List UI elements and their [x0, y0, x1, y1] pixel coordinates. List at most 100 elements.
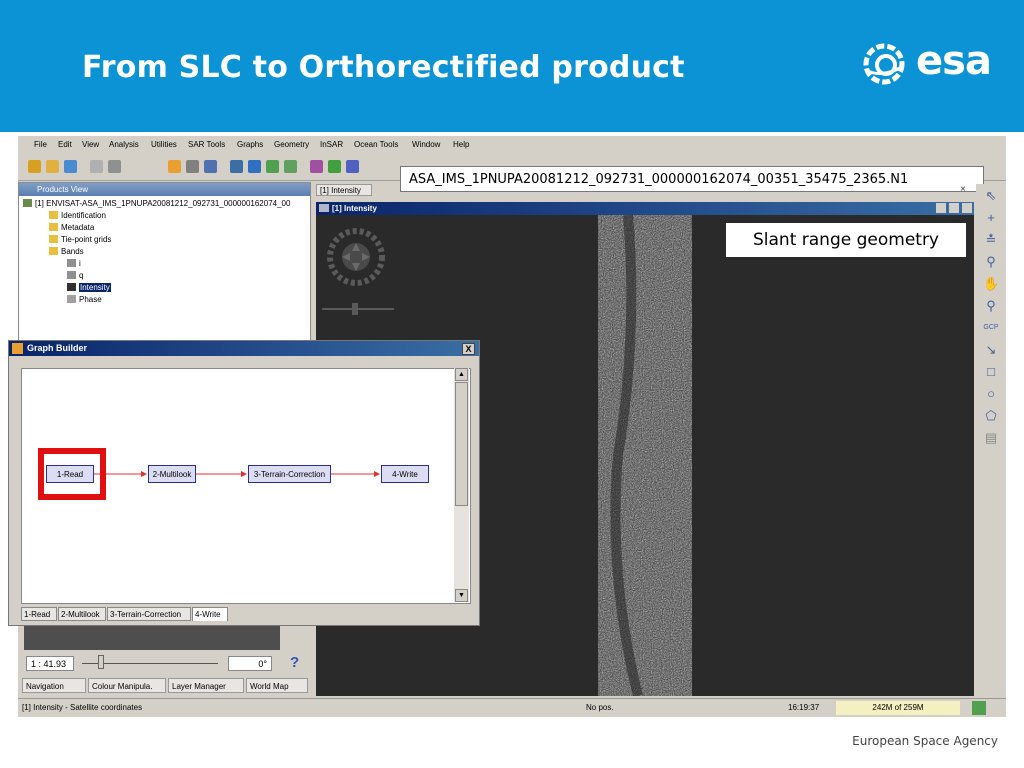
- main-toolbar: ASA_IMS_1PNUPA20081212_092731_0000001620…: [18, 152, 1006, 192]
- zoom-ratio-field[interactable]: 1 : 41.93: [26, 656, 74, 671]
- open-product-icon[interactable]: [28, 160, 41, 173]
- status-position: No pos.: [586, 703, 614, 712]
- zoom-slider-thumb[interactable]: [98, 655, 104, 669]
- menu-item-window[interactable]: Window: [412, 140, 440, 149]
- folder-icon: [49, 247, 58, 255]
- select-icon[interactable]: ⇖: [983, 188, 999, 204]
- tree-item-tie-point-grids[interactable]: Tie-point grids: [49, 235, 111, 244]
- sar-intensity-image: [598, 215, 692, 696]
- image-window-title: [1] Intensity: [332, 204, 377, 213]
- tree-item-metadata[interactable]: Metadata: [49, 223, 94, 232]
- graph-scrollbar[interactable]: ▲ ▼: [454, 368, 469, 602]
- tree-item-band-q[interactable]: q: [67, 271, 83, 280]
- esa-logo: esa: [860, 38, 1005, 90]
- line-icon[interactable]: ↘: [983, 342, 999, 358]
- tab-read[interactable]: 1-Read: [21, 607, 57, 621]
- world-map-icon[interactable]: [248, 160, 261, 173]
- status-bar: [1] Intensity - Satellite coordinates No…: [18, 698, 1006, 717]
- menu-item-help[interactable]: Help: [453, 140, 469, 149]
- graph-node-multilook[interactable]: 2-Multilook: [148, 465, 196, 483]
- virtual-band-icon: [67, 283, 76, 291]
- tree-item-product[interactable]: [1] ENVISAT-ASA_IMS_1PNUPA20081212_09273…: [23, 199, 290, 208]
- range-finder-icon[interactable]: ≛: [983, 232, 999, 248]
- navigation-compass-icon[interactable]: [316, 223, 406, 333]
- tab-multilook[interactable]: 2-Multilook: [58, 607, 106, 621]
- graph-builder-titlebar: Graph Builder X: [9, 341, 479, 356]
- graph-node-write[interactable]: 4-Write: [381, 465, 429, 483]
- edit-icon[interactable]: [310, 160, 323, 173]
- tab-layer-manager[interactable]: Layer Manager: [168, 678, 244, 693]
- status-message: [1] Intensity - Satellite coordinates: [22, 703, 143, 712]
- navigation-tabs: Navigation Colour Manipula. Layer Manage…: [22, 678, 312, 694]
- graph-builder-title: Graph Builder: [27, 343, 88, 353]
- ellipse-icon[interactable]: ○: [983, 386, 999, 402]
- navigation-preview[interactable]: [24, 624, 280, 650]
- gcp-icon[interactable]: GCP: [983, 320, 999, 336]
- tab-colour-manipulation[interactable]: Colour Manipula.: [88, 678, 166, 693]
- polygon-icon[interactable]: ⬠: [983, 408, 999, 424]
- menu-item-edit[interactable]: Edit: [58, 140, 72, 149]
- undo-icon[interactable]: [64, 160, 77, 173]
- menu-item-graphs[interactable]: Graphs: [237, 140, 263, 149]
- menu-item-analysis[interactable]: Analysis: [109, 140, 139, 149]
- scroll-up-icon[interactable]: ▲: [455, 368, 468, 381]
- tab-write[interactable]: 4-Write: [192, 607, 228, 621]
- scroll-thumb[interactable]: [455, 382, 468, 506]
- close-icon[interactable]: ×: [960, 184, 966, 195]
- tab-intensity[interactable]: [1] Intensity: [316, 184, 372, 196]
- crosshair-icon[interactable]: +: [983, 210, 999, 226]
- band-icon: [67, 259, 76, 267]
- menu-item-utilities[interactable]: Utilities: [151, 140, 177, 149]
- stack-icon[interactable]: [284, 160, 297, 173]
- menu-item-ocean-tools[interactable]: Ocean Tools: [354, 140, 398, 149]
- help-button[interactable]: ?: [290, 654, 299, 671]
- tab-navigation[interactable]: Navigation: [22, 678, 86, 693]
- java-icon: [12, 343, 23, 354]
- tab-terrain-correction[interactable]: 3-Terrain-Correction: [107, 607, 191, 621]
- product-filename-label: ASA_IMS_1PNUPA20081212_092731_0000001620…: [400, 166, 984, 192]
- menu-item-insar[interactable]: InSAR: [320, 140, 343, 149]
- tree-item-identification[interactable]: Identification: [49, 211, 106, 220]
- tree-item-band-i[interactable]: i: [67, 259, 81, 268]
- tree-item-band-phase[interactable]: Phase: [67, 295, 102, 304]
- magic-wand-icon[interactable]: ▤: [983, 430, 999, 446]
- menu-item-view[interactable]: View: [82, 140, 99, 149]
- right-tool-panel: ⇖ + ≛ ⚲ ✋ ⚲ GCP ↘ □ ○ ⬠ ▤: [976, 184, 1006, 696]
- rotation-field[interactable]: 0°: [228, 656, 272, 671]
- tab-world-map[interactable]: World Map: [246, 678, 308, 693]
- pan-icon[interactable]: ✋: [983, 276, 999, 292]
- tools-icon[interactable]: [328, 160, 341, 173]
- graph-canvas[interactable]: 1-Read 2-Multilook 3-Terrain-Correction …: [21, 368, 471, 604]
- menu-item-file[interactable]: File: [34, 140, 47, 149]
- scroll-down-icon[interactable]: ▼: [455, 589, 468, 602]
- graph-node-terrain-correction[interactable]: 3-Terrain-Correction: [248, 465, 331, 483]
- graph-icon[interactable]: [204, 160, 217, 173]
- layers-icon[interactable]: [186, 160, 199, 173]
- garbage-collect-icon[interactable]: [972, 701, 986, 715]
- wind-icon[interactable]: [266, 160, 279, 173]
- footer-agency: European Space Agency: [852, 734, 998, 748]
- slant-range-label: Slant range geometry: [726, 223, 966, 257]
- maximize-icon[interactable]: [949, 203, 959, 213]
- band-maths-icon[interactable]: [168, 160, 181, 173]
- close-icon[interactable]: [90, 160, 103, 173]
- menu-item-sar-tools[interactable]: SAR Tools: [188, 140, 225, 149]
- tree-item-bands[interactable]: Bands: [49, 247, 84, 256]
- image-view-icon[interactable]: [230, 160, 243, 173]
- pin-icon[interactable]: ⚲: [983, 298, 999, 314]
- properties-icon[interactable]: [108, 160, 121, 173]
- status-time: 16:19:37: [788, 703, 820, 712]
- tree-item-band-intensity[interactable]: Intensity: [67, 283, 111, 292]
- save-icon[interactable]: [46, 160, 59, 173]
- close-button[interactable]: X: [462, 343, 475, 355]
- close-icon[interactable]: [962, 203, 972, 213]
- zoom-icon[interactable]: ⚲: [983, 254, 999, 270]
- product-icon: [23, 199, 32, 207]
- folder-icon: [49, 223, 58, 231]
- minimize-icon[interactable]: [936, 203, 946, 213]
- window-icon: [319, 204, 329, 212]
- rectangle-icon[interactable]: □: [983, 364, 999, 380]
- folder-icon: [49, 211, 58, 219]
- insar-icon[interactable]: [346, 160, 359, 173]
- menu-item-geometry[interactable]: Geometry: [274, 140, 309, 149]
